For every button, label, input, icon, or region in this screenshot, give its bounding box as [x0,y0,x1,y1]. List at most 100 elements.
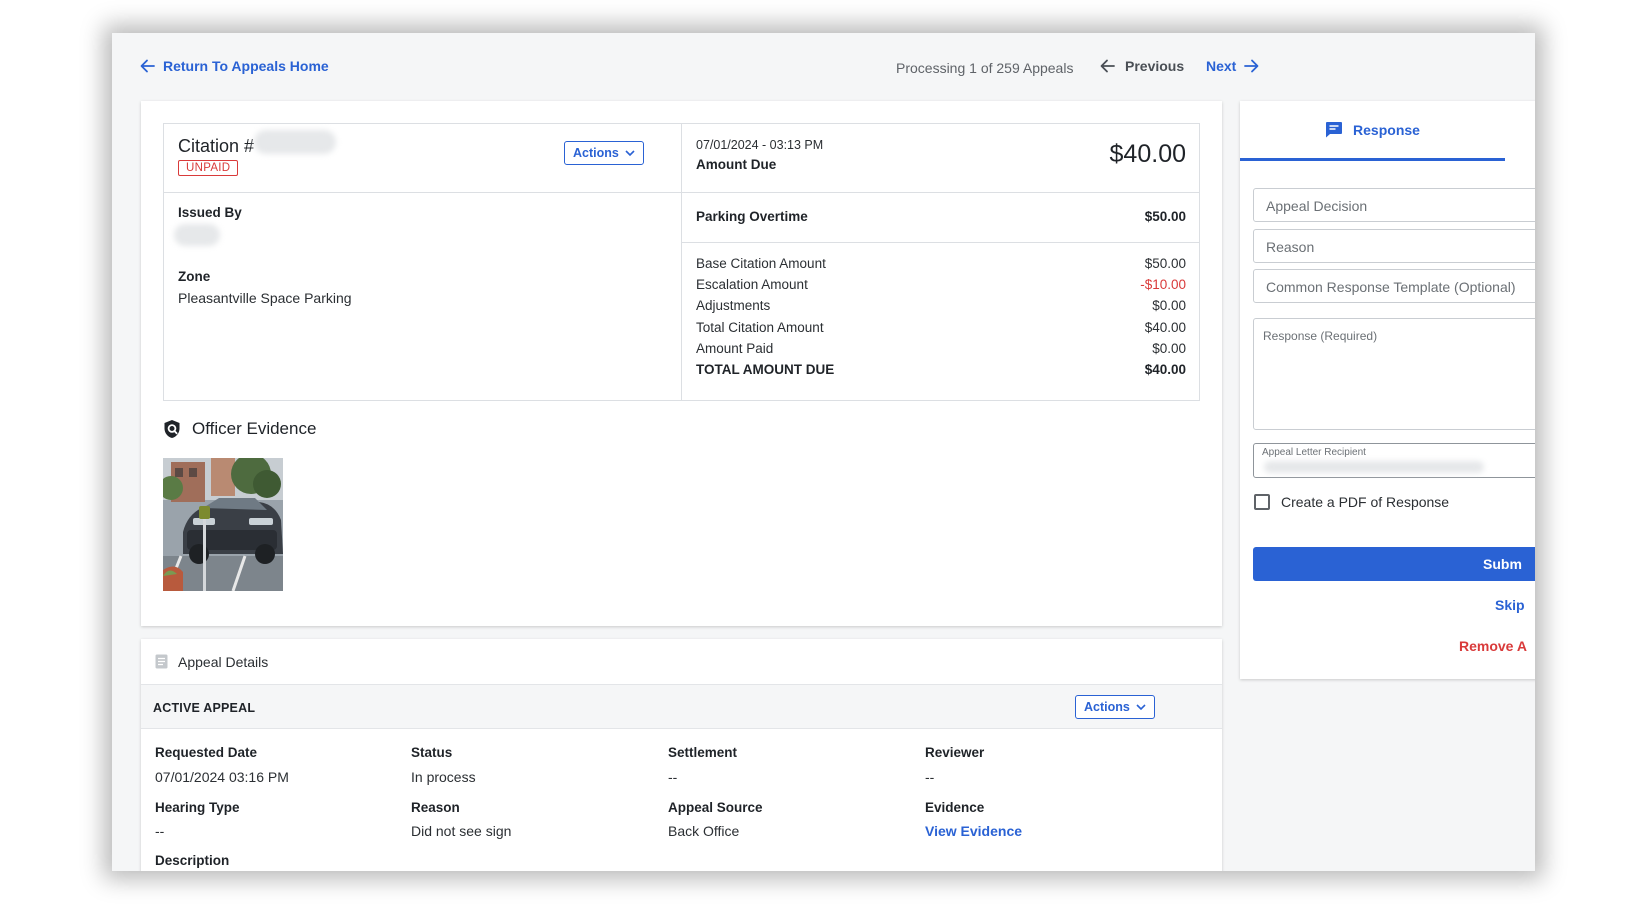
breakdown-value: $40.00 [1144,319,1186,335]
response-textarea[interactable]: Response (Required) [1253,318,1535,430]
actions-label: Actions [1084,700,1130,714]
breakdown-row-total: TOTAL AMOUNT DUE $40.00 [682,362,1200,383]
appeal-details-header: Appeal Details [141,639,1222,684]
redacted-recipient [1264,461,1484,473]
breakdown-row: Amount Paid $0.00 [682,341,1200,362]
response-template-select[interactable]: Common Response Template (Optional) [1253,269,1535,303]
violation-label: Parking Overtime [696,209,808,224]
officer-evidence-heading: Officer Evidence [163,419,316,439]
response-tab-label: Response [1353,121,1420,138]
appeal-details-title: Appeal Details [178,653,269,670]
breakdown-value: $50.00 [1144,256,1186,271]
requested-date-label: Requested Date [155,745,258,760]
next-button[interactable]: Next [1206,58,1259,74]
citation-number-title: Citation # [178,136,255,156]
breakdown-row: Total Citation Amount $40.00 [682,320,1200,341]
arrow-left-icon [1100,59,1115,73]
submit-button[interactable]: Subm [1253,547,1535,581]
zone-label: Zone [178,269,211,284]
violation-row: Parking Overtime $50.00 [682,193,1200,243]
breakdown-row: Adjustments $0.00 [682,298,1200,319]
return-link-label: Return To Appeals Home [163,58,329,74]
issued-by-label: Issued By [178,205,242,220]
tab-response[interactable]: Response [1240,101,1505,161]
reviewer-label: Reviewer [925,745,985,760]
remove-appeal-link[interactable]: Remove A [1459,638,1527,654]
appeal-decision-select[interactable]: Appeal Decision [1253,188,1535,222]
appeal-source-label: Appeal Source [668,800,763,815]
message-icon [1326,122,1343,138]
breakdown-label: Base Citation Amount [696,256,826,271]
document-icon [155,654,168,669]
previous-label: Previous [1125,58,1185,74]
citation-amount-column: 07/01/2024 - 03:13 PM Amount Due $40.00 … [682,124,1200,400]
status-badge: UNPAID [178,160,239,176]
breakdown-label: Adjustments [696,298,771,314]
hearing-type-label: Hearing Type [155,800,240,815]
redacted-issued-by [174,224,220,246]
breakdown-value: $0.00 [1152,340,1186,356]
settlement-label: Settlement [668,745,738,760]
actions-label: Actions [573,146,619,160]
citation-card: Citation # UNPAID Actions Issued By Zone… [141,101,1222,626]
breakdown-label: Total Citation Amount [696,319,824,335]
active-appeal-bar: ACTIVE APPEAL Actions [141,684,1222,729]
arrow-left-icon [140,59,155,73]
recipient-field-label: Appeal Letter Recipient [1262,447,1366,458]
skip-link[interactable]: Skip [1495,597,1525,613]
appeal-source-value: Back Office [668,823,740,839]
status-label: Status [411,745,453,760]
redacted-citation-number [254,130,336,154]
breakdown-row: Escalation Amount -$10.00 [682,277,1200,298]
appeal-actions-button[interactable]: Actions [1075,695,1155,719]
arrow-right-icon [1244,59,1259,73]
chevron-down-icon [625,149,635,156]
return-to-appeals-home-link[interactable]: Return To Appeals Home [140,58,329,74]
processing-counter: Processing 1 of 259 Appeals [896,60,1074,76]
evidence-photo-thumbnail[interactable] [163,458,283,591]
breakdown-value: $0.00 [1152,298,1186,314]
breakdown-label: Escalation Amount [696,277,808,293]
appeal-details-card: Appeal Details ACTIVE APPEAL Actions Req… [141,639,1222,871]
reason-label: Reason [411,800,460,815]
create-pdf-option: Create a PDF of Response [1254,494,1449,510]
zone-value: Pleasantville Space Parking [178,290,352,306]
breakdown-value: -$10.00 [1140,277,1186,293]
citation-header: Citation # UNPAID Actions [164,124,681,193]
amount-due-label: Amount Due [696,157,777,172]
description-label: Description [155,853,230,868]
car-photo-icon [163,458,283,591]
top-navigation: Return To Appeals Home Processing 1 of 2… [140,58,1259,78]
officer-evidence-title: Officer Evidence [192,419,317,438]
create-pdf-checkbox[interactable] [1254,494,1270,510]
citation-actions-button[interactable]: Actions [564,141,644,165]
app-window: Return To Appeals Home Processing 1 of 2… [112,33,1535,871]
breakdown-row: Base Citation Amount $50.00 [682,256,1200,277]
status-value: In process [411,769,476,785]
requested-date-value: 07/01/2024 03:16 PM [155,769,289,785]
next-label: Next [1206,58,1237,74]
active-appeal-title: ACTIVE APPEAL [153,701,256,715]
evidence-label: Evidence [925,800,985,815]
amount-due-header: 07/01/2024 - 03:13 PM Amount Due $40.00 [682,124,1200,193]
citation-info-column: Citation # UNPAID Actions Issued By Zone… [164,124,682,400]
chevron-down-icon [1136,703,1146,710]
previous-button[interactable]: Previous [1100,58,1184,74]
create-pdf-label: Create a PDF of Response [1281,494,1450,510]
reviewer-value: -- [925,769,935,785]
citation-datetime: 07/01/2024 - 03:13 PM [696,138,824,152]
appeal-letter-recipient-field[interactable]: Appeal Letter Recipient [1253,443,1535,478]
reason-value: Did not see sign [411,823,512,839]
breakdown-value: $40.00 [1144,361,1186,377]
settlement-value: -- [668,769,678,785]
citation-summary: Citation # UNPAID Actions Issued By Zone… [163,123,1200,401]
reason-select[interactable]: Reason [1253,229,1535,263]
response-panel: Response Appeal Decision Reason Common R… [1240,101,1535,679]
hearing-type-value: -- [155,823,165,839]
view-evidence-link[interactable]: View Evidence [925,823,1022,839]
amount-due-value: $40.00 [1109,140,1186,168]
breakdown-label: TOTAL AMOUNT DUE [696,361,835,377]
amount-breakdown: Base Citation Amount $50.00 Escalation A… [682,256,1200,383]
breakdown-label: Amount Paid [696,340,774,356]
shield-camera-icon [164,420,180,438]
